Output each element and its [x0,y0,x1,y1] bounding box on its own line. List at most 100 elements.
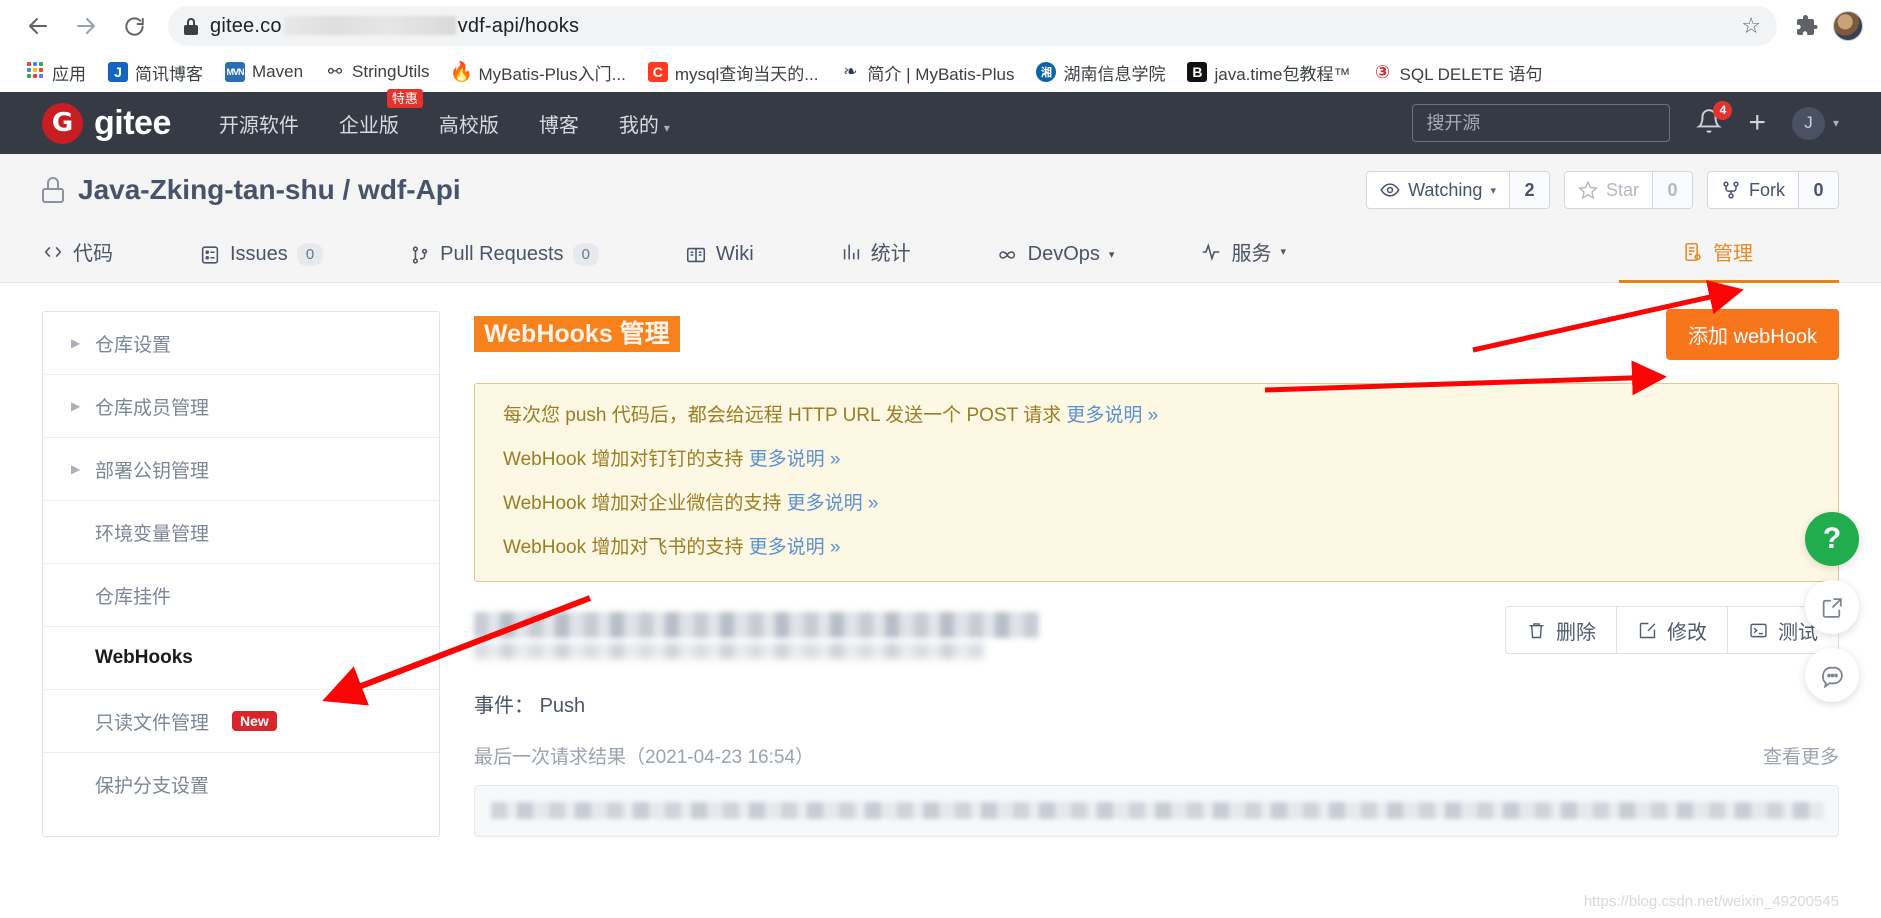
gitee-logo[interactable]: G gitee [42,102,171,144]
webhook-delete-button[interactable]: 删除 [1506,607,1617,653]
notice-line: WebHook 增加对钉钉的支持 更多说明 » [503,450,1810,469]
bookmark-label: 简讯博客 [135,64,203,84]
notice-more-link[interactable]: 更多说明 » [1066,405,1158,426]
tab-pull-requests[interactable]: Pull Requests 0 [409,243,599,282]
eye-icon [1380,183,1400,197]
sidebar-item-7[interactable]: ▶保护分支设置 [43,753,439,816]
bookmark-item[interactable]: ⚯ StringUtils [314,58,440,86]
sidebar-item-1[interactable]: ▶ 仓库成员管理 [43,375,439,438]
bookmark-item[interactable]: MVN Maven [214,58,314,86]
chevron-right-icon: ▶ [71,399,81,413]
star-count: 0 [1652,172,1692,208]
tab-issues[interactable]: Issues 0 [199,243,324,282]
sidebar-item-label: 保护分支设置 [95,776,210,797]
chart-icon [843,244,859,259]
nav-item-label: 开源软件 [218,114,299,137]
notice-more-link[interactable]: 更多说明 » [787,493,879,514]
bookmark-item[interactable]: 应用 [14,56,97,89]
star-button[interactable]: Star [1565,172,1652,208]
feedback-icon[interactable] [1805,648,1859,702]
notice-more-link[interactable]: 更多说明 » [749,449,841,470]
address-bar[interactable]: gitee.co vdf-api/hooks ☆ [168,6,1777,46]
nav-item-2[interactable]: 高校版 [439,109,499,138]
star-label: Star [1605,179,1639,200]
sidebar-item-label: 环境变量管理 [95,523,210,545]
bell-icon[interactable]: 4 [1696,100,1733,139]
search-input[interactable] [1412,104,1671,142]
bookmark-item[interactable]: ❧ 简介 | MyBatis-Plus [829,56,1025,89]
webhook-result-redacted [491,802,1824,819]
chevron-down-icon: ▾ [1108,249,1115,261]
pulse-icon [1203,242,1220,261]
url-text: gitee.co vdf-api/hooks [210,14,580,37]
tab-devops[interactable]: DevOps ▾ [997,243,1115,282]
gitee-logo-mark: G [42,102,83,144]
tab-管理[interactable]: 管理 [1682,237,1753,282]
watch-count: 2 [1508,172,1549,208]
watch-button-group[interactable]: Watching ▾ 2 [1366,171,1550,209]
puzzle-piece-icon[interactable] [1795,14,1819,38]
tab-代码[interactable]: 代码 [42,237,113,282]
pull-request-icon [412,245,428,264]
sidebar-item-3[interactable]: ▶环境变量管理 [43,501,439,564]
tab-label: 管理 [1713,243,1753,265]
mybatis-plus-icon: ❧ [843,62,858,81]
sidebar-item-4[interactable]: ▶仓库挂件 [43,564,439,627]
notice-text: WebHook 增加对飞书的支持 [503,537,749,558]
nav-item-3[interactable]: 博客 [539,109,579,138]
trash-icon [1529,622,1544,638]
bookmark-item[interactable]: Cmysql查询当天的... [637,56,830,89]
edit-icon [1639,622,1656,638]
avatar[interactable] [1833,11,1863,41]
sidebar-item-label: 只读文件管理 [95,712,210,734]
back-icon[interactable] [18,6,58,46]
bookmark-item[interactable]: ③ SQL DELETE 语句 [1362,56,1554,89]
sidebar-item-2[interactable]: ▶ 部署公钥管理 [43,438,439,501]
nav-item-1[interactable]: 企业版 特惠 [339,88,423,138]
bookmark-item[interactable]: 湘湖南信息学院 [1025,56,1176,89]
fork-button[interactable]: Fork [1708,172,1798,208]
nav-item-label: 高校版 [438,114,499,137]
nav-item-4[interactable]: 我的 ▾ [619,109,670,138]
sidebar-item-label: 部署公钥管理 [95,460,210,482]
apps-grid-icon [25,62,45,82]
plus-icon[interactable]: + [1748,108,1766,138]
letter-c-icon: C [647,62,668,82]
sidebar-item-5[interactable]: ▶WebHooks [43,627,439,690]
reload-icon[interactable] [114,6,154,46]
repo-header: Java-Zking-tan-shu / wdf-Api Watching ▾ … [0,154,1881,283]
watch-button[interactable]: Watching ▾ [1367,172,1509,208]
bookmark-star-icon[interactable]: ☆ [1741,13,1761,39]
star-button-group[interactable]: Star 0 [1563,171,1693,209]
question-mark-icon[interactable]: ? [1805,512,1859,566]
bookmark-item[interactable]: 🔥 MyBatis-Plus入门... [441,56,637,89]
bookmark-item[interactable]: J 简讯博客 [97,56,214,89]
sidebar-item-0[interactable]: ▶ 仓库设置 [43,312,439,375]
nav-item-label: 我的 [618,114,659,137]
notice-text: WebHook 增加对企业微信的支持 [503,493,787,514]
sidebar-item-label: 仓库设置 [95,334,172,356]
manage-icon [1685,242,1701,261]
tab-label: 统计 [870,243,911,265]
gitee-logo-text: gitee [94,103,171,142]
user-menu[interactable]: J ▾ [1791,106,1839,140]
notice-more-link[interactable]: 更多说明 » [749,537,841,558]
notice-line: WebHook 增加对飞书的支持 更多说明 » [503,538,1810,557]
webhook-view-more-link[interactable]: 查看更多 [1763,742,1839,769]
tab-wiki[interactable]: Wiki [685,243,754,282]
webhook-edit-button[interactable]: 修改 [1617,607,1728,653]
tab-服务[interactable]: 服务 ▾ [1200,237,1286,282]
tab-label: 代码 [73,243,113,265]
tab-count: 0 [572,243,599,266]
fork-button-group[interactable]: Fork 0 [1707,171,1839,209]
share-icon[interactable] [1805,580,1859,634]
forward-icon[interactable] [66,6,106,46]
sidebar-item-6[interactable]: ▶只读文件管理New [43,690,439,753]
stringutils-icon: ⚯ [327,62,343,81]
nav-item-0[interactable]: 开源软件 [219,109,299,138]
bookmark-item[interactable]: Bjava.time包教程™ [1176,56,1361,89]
bookmark-label: mysql查询当天的... [674,64,819,84]
add-webhook-button[interactable]: 添加 webHook [1666,308,1839,360]
notice-text: WebHook 增加对钉钉的支持 [503,449,749,470]
tab-统计[interactable]: 统计 [840,237,911,282]
